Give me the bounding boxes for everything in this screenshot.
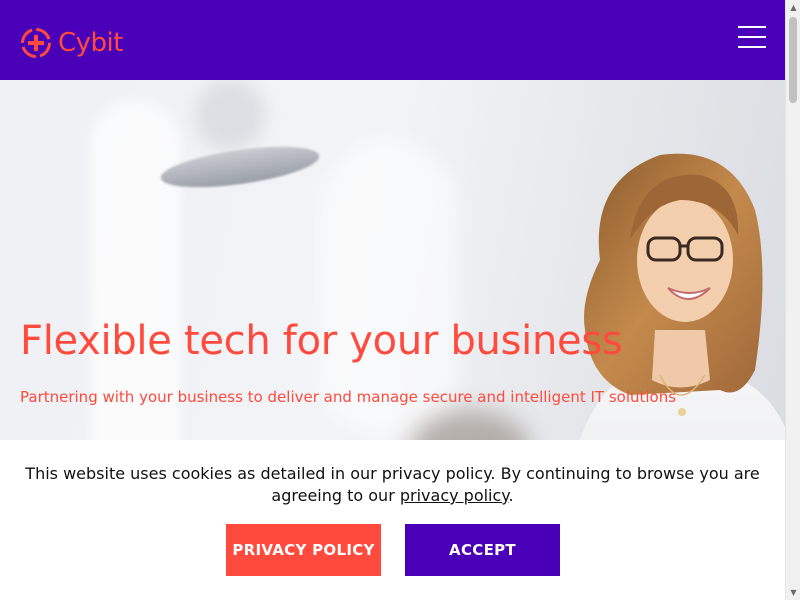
cybit-logo-icon — [21, 28, 51, 58]
hamburger-menu-icon[interactable] — [738, 26, 766, 52]
privacy-policy-link[interactable]: privacy policy — [400, 486, 509, 505]
cookie-message: This website uses cookies as detailed in… — [20, 463, 765, 507]
menu-line — [738, 46, 766, 48]
hero-title: Flexible tech for your business — [20, 318, 623, 364]
logo[interactable]: Cybit — [20, 26, 123, 60]
site-header: Cybit — [0, 0, 785, 80]
privacy-policy-button[interactable]: PRIVACY POLICY — [226, 524, 381, 576]
scroll-down-arrow-icon[interactable]: ▼ — [786, 585, 800, 600]
cookie-text-before: This website uses cookies as detailed in… — [25, 464, 760, 505]
scrollbar-thumb[interactable] — [789, 17, 797, 103]
hero-subtitle: Partnering with your business to deliver… — [20, 388, 677, 406]
logo-text: Cybit — [58, 28, 123, 58]
scroll-up-arrow-icon[interactable]: ▲ — [786, 0, 800, 15]
menu-line — [738, 36, 766, 38]
cookie-banner: This website uses cookies as detailed in… — [0, 440, 785, 600]
menu-line — [738, 26, 766, 28]
vertical-scrollbar[interactable]: ▲ ▼ — [785, 0, 800, 600]
background-blur — [195, 80, 265, 150]
cookie-text-after: . — [508, 486, 514, 505]
page: Cybit Flexible tech for your business Pa… — [0, 0, 785, 600]
accept-button[interactable]: ACCEPT — [405, 524, 560, 576]
